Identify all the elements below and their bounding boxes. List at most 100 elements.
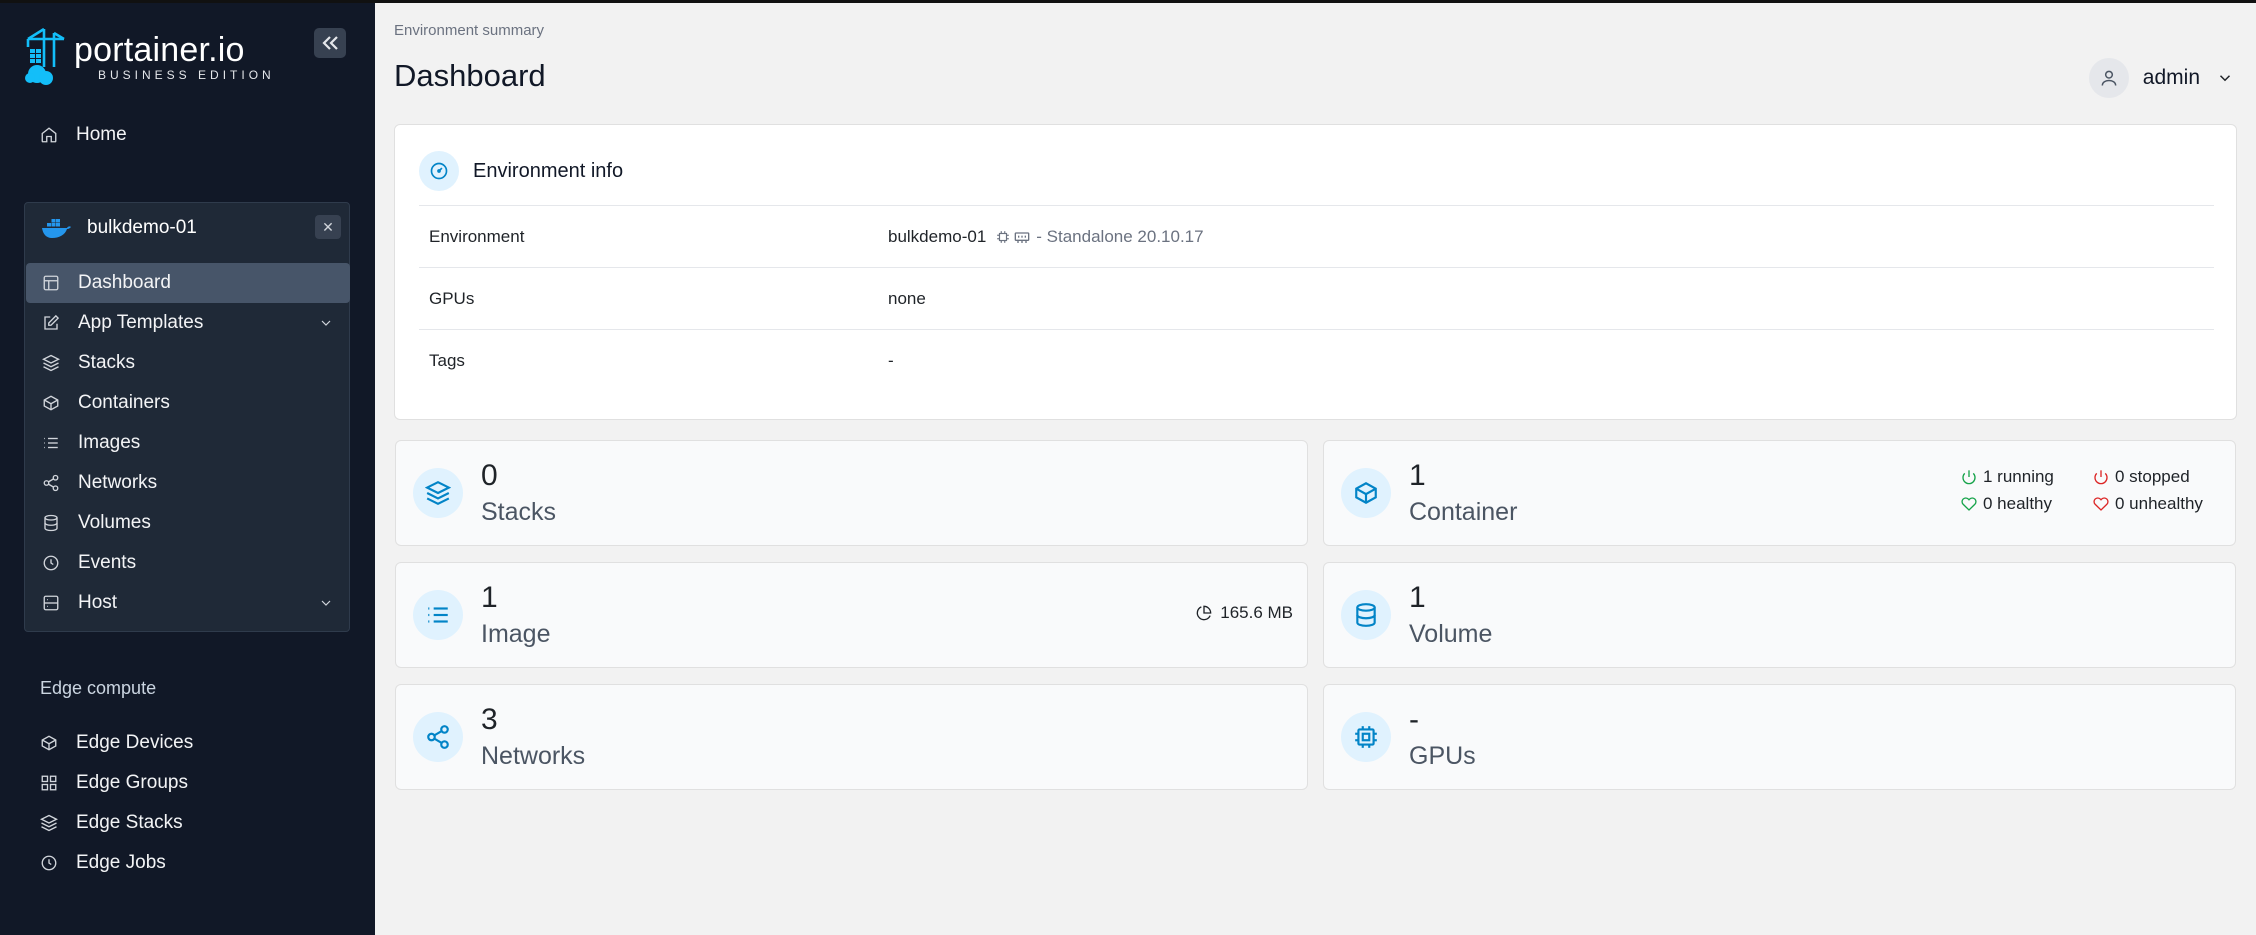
box-icon xyxy=(40,734,58,752)
sidebar-item-label: Images xyxy=(78,432,141,453)
username: admin xyxy=(2142,66,2200,89)
collapse-sidebar-button[interactable] xyxy=(314,28,346,58)
close-environment-button[interactable]: ✕ xyxy=(315,215,341,239)
grid-icon xyxy=(40,774,58,792)
main-content: Environment summary Dashboard admin Envi… xyxy=(375,0,2256,935)
containers-stat-card[interactable]: 1 Container 1 running 0 stopped 0 health… xyxy=(1323,440,2236,546)
environment-header[interactable]: bulkdemo-01 xyxy=(25,203,349,253)
share-icon xyxy=(413,712,463,762)
sidebar-item-label: Edge Jobs xyxy=(76,852,166,873)
sidebar-item-label: Edge Devices xyxy=(76,732,194,753)
sidebar-item-home[interactable]: Home xyxy=(40,116,127,154)
heart-icon xyxy=(2093,497,2109,511)
clock-icon xyxy=(40,854,58,872)
info-value: - xyxy=(888,350,894,370)
edit-icon xyxy=(42,314,60,332)
images-count: 1 xyxy=(481,581,498,614)
cpu-icon xyxy=(997,230,1010,243)
layers-icon xyxy=(40,814,58,832)
sidebar-item-app-templates[interactable]: App Templates xyxy=(26,303,350,343)
environment-info-header: Environment info xyxy=(419,151,623,191)
share-icon xyxy=(42,474,60,492)
brand-name: portainer.io xyxy=(74,31,245,69)
sidebar-item-stacks[interactable]: Stacks xyxy=(26,343,350,383)
unhealthy-status: 0 unhealthy xyxy=(2093,494,2203,514)
info-value: bulkdemo-01 - Standalone 20.10.17 xyxy=(888,227,1204,247)
networks-label: Networks xyxy=(481,742,586,770)
volumes-stat-card[interactable]: 1 Volume xyxy=(1323,562,2236,668)
database-icon xyxy=(42,514,60,532)
power-icon xyxy=(1962,470,1976,485)
sidebar-item-edge-jobs[interactable]: Edge Jobs xyxy=(40,844,166,882)
gpus-count: - xyxy=(1409,703,1419,736)
sidebar-item-label: Dashboard xyxy=(78,272,171,293)
box-icon xyxy=(1341,468,1391,518)
stacks-label: Stacks xyxy=(481,498,557,526)
images-size-value: 165.6 MB xyxy=(1220,603,1293,622)
dashboard-icon xyxy=(42,274,60,292)
chevron-down-icon xyxy=(2219,75,2231,82)
close-icon: ✕ xyxy=(322,218,334,235)
sidebar-item-host[interactable]: Host xyxy=(26,583,350,623)
edge-compute-heading: Edge compute xyxy=(40,678,157,698)
cpu-icon xyxy=(1341,712,1391,762)
info-key: Environment xyxy=(429,226,525,246)
gpus-stat-card[interactable]: - GPUs xyxy=(1323,684,2236,790)
sidebar-item-volumes[interactable]: Volumes xyxy=(26,503,350,543)
list-icon xyxy=(42,434,60,452)
user-menu[interactable]: admin xyxy=(2088,58,2234,98)
heart-icon xyxy=(1961,497,1977,511)
sidebar-item-networks[interactable]: Networks xyxy=(26,463,350,503)
running-count: 1 running xyxy=(1983,467,2054,486)
volumes-label: Volume xyxy=(1409,620,1493,648)
info-row-tags: Tags - xyxy=(419,329,2214,391)
user-icon xyxy=(2088,58,2129,98)
environment-value: bulkdemo-01 xyxy=(888,226,987,246)
sidebar-item-label: Edge Stacks xyxy=(76,812,183,833)
unhealthy-count: 0 unhealthy xyxy=(2115,494,2203,513)
healthy-status: 0 healthy xyxy=(1961,494,2052,514)
sidebar-item-label: App Templates xyxy=(78,312,204,333)
box-icon xyxy=(42,394,60,412)
images-label: Image xyxy=(481,620,551,648)
chevron-down-icon[interactable] xyxy=(318,595,334,611)
portainer-logo[interactable]: portainer.io BUSINESS EDITION xyxy=(24,26,284,88)
layers-icon xyxy=(413,468,463,518)
environment-detail: - Standalone 20.10.17 xyxy=(1036,226,1204,246)
images-size: 165.6 MB xyxy=(1196,603,1293,623)
sidebar-item-images[interactable]: Images xyxy=(26,423,350,463)
pie-chart-icon xyxy=(1196,605,1212,621)
networks-stat-card[interactable]: 3 Networks xyxy=(395,684,1308,790)
images-stat-card[interactable]: 1 Image 165.6 MB xyxy=(395,562,1308,668)
database-icon xyxy=(1341,590,1391,640)
home-icon xyxy=(40,126,58,144)
stacks-stat-card[interactable]: 0 Stacks xyxy=(395,440,1308,546)
chevron-down-icon[interactable] xyxy=(318,315,334,331)
networks-count: 3 xyxy=(481,703,498,736)
top-border xyxy=(0,0,2256,3)
page-title: Dashboard xyxy=(394,58,546,93)
sidebar-item-label: Home xyxy=(76,124,127,145)
sidebar-item-label: Edge Groups xyxy=(76,772,188,793)
breadcrumb: Environment summary xyxy=(394,22,545,39)
healthy-count: 0 healthy xyxy=(1983,494,2052,513)
sidebar-item-edge-groups[interactable]: Edge Groups xyxy=(40,764,188,802)
sidebar-item-edge-devices[interactable]: Edge Devices xyxy=(40,724,193,762)
portainer-logo-icon xyxy=(25,27,65,85)
stopped-status: 0 stopped xyxy=(2093,467,2190,487)
environment-info-title: Environment info xyxy=(473,159,624,182)
clock-icon xyxy=(42,554,60,572)
chevrons-left-icon xyxy=(322,36,338,50)
sidebar-item-label: Host xyxy=(78,592,118,613)
stacks-count: 0 xyxy=(481,459,498,492)
environment-info-card: Environment info Environment bulkdemo-01… xyxy=(394,124,2237,420)
sidebar-item-edge-stacks[interactable]: Edge Stacks xyxy=(40,804,183,842)
sidebar-item-containers[interactable]: Containers xyxy=(26,383,350,423)
server-icon xyxy=(42,594,60,612)
containers-count: 1 xyxy=(1409,459,1426,492)
brand-edition: BUSINESS EDITION xyxy=(98,68,275,82)
sidebar-item-dashboard[interactable]: Dashboard xyxy=(26,263,350,303)
sidebar-item-events[interactable]: Events xyxy=(26,543,350,583)
info-row-environment: Environment bulkdemo-01 - Standalone 20.… xyxy=(419,205,2214,267)
info-key: Tags xyxy=(429,350,465,370)
